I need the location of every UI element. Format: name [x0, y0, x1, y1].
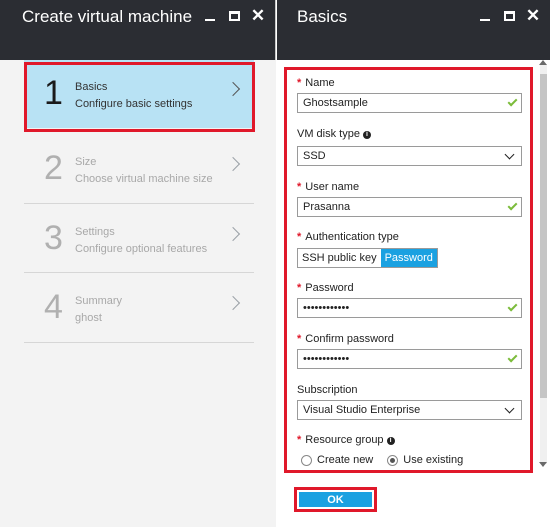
step-number: 4 — [44, 288, 63, 326]
step-size[interactable]: 2 Size Choose virtual machine size — [24, 135, 254, 203]
confirm-password-input[interactable]: •••••••••••• — [297, 349, 522, 369]
check-icon — [507, 352, 518, 363]
close-icon[interactable]: ✕ — [526, 7, 540, 25]
radio-button[interactable] — [387, 454, 399, 466]
info-icon: i — [362, 131, 371, 139]
ok-button[interactable]: OK — [299, 492, 372, 507]
create-vm-window-controls: ✕ — [203, 7, 265, 25]
step-basics[interactable]: 1 Basics Configure basic settings — [24, 60, 254, 128]
scroll-down-icon[interactable] — [539, 462, 547, 467]
create-vm-header: Create virtual machine ✕ — [0, 0, 275, 60]
scroll-up-icon[interactable] — [539, 60, 547, 65]
chevron-right-icon — [225, 81, 241, 97]
step-divider — [24, 342, 254, 343]
radio-label: Create new — [317, 454, 374, 466]
user-name-input[interactable]: Prasanna — [297, 197, 522, 217]
auth-type-toggle: SSH public key Password — [297, 248, 438, 268]
step-subtitle: Configure basic settings — [75, 98, 193, 110]
step-number: 2 — [44, 149, 63, 187]
resource-group-radios: Create new Use existing — [301, 454, 477, 466]
form-scrollbar[interactable] — [538, 60, 549, 467]
maximize-icon[interactable] — [502, 7, 516, 25]
step-subtitle: ghost — [75, 312, 102, 324]
user-name-label: * User name — [297, 181, 360, 193]
radio-button[interactable] — [301, 454, 312, 466]
step-subtitle: Choose virtual machine size — [75, 173, 213, 185]
minimize-icon[interactable] — [203, 7, 217, 25]
radio-use-existing[interactable]: Use existing — [387, 454, 463, 466]
basics-form: * Name Ghostsample VM disk type i SSD * Use… — [277, 60, 550, 527]
password-value: •••••••••••• — [303, 302, 350, 314]
disk-type-label: VM disk type i — [297, 128, 371, 140]
scroll-thumb[interactable] — [540, 74, 547, 398]
check-icon — [507, 96, 518, 107]
confirm-password-label: * Confirm password — [297, 333, 394, 345]
name-value: Ghostsample — [303, 97, 368, 109]
auth-type-label: * Authentication type — [297, 231, 399, 243]
check-icon — [507, 301, 518, 312]
disk-type-select[interactable]: SSD — [297, 146, 522, 166]
highlight-box-ok: OK — [294, 487, 377, 512]
radio-label: Use existing — [403, 454, 464, 466]
name-input[interactable]: Ghostsample — [297, 93, 522, 113]
step-divider — [24, 272, 254, 273]
step-title: Size — [75, 156, 97, 168]
radio-create-new[interactable]: Create new — [301, 454, 373, 466]
confirm-password-value: •••••••••••• — [303, 353, 350, 365]
azure-portal: Create virtual machine ✕ 1 Basics Config… — [0, 0, 550, 527]
chevron-right-icon — [225, 156, 241, 172]
resource-group-label: * Resource group i — [297, 434, 395, 446]
password-label: * Password — [297, 282, 354, 294]
step-summary[interactable]: 4 Summary ghost — [24, 274, 254, 342]
create-vm-title: Create virtual machine — [22, 7, 193, 26]
create-vm-blade: Create virtual machine ✕ 1 Basics Config… — [0, 0, 276, 527]
close-icon[interactable]: ✕ — [251, 7, 265, 25]
check-icon — [507, 200, 518, 211]
chevron-right-icon — [225, 295, 241, 311]
step-settings[interactable]: 3 Settings Configure optional features — [24, 205, 254, 273]
basics-window-controls: ✕ — [478, 7, 540, 25]
subscription-label: Subscription — [297, 384, 358, 396]
auth-option-ssh[interactable]: SSH public key — [298, 249, 381, 267]
password-input[interactable]: •••••••••••• — [297, 298, 522, 318]
step-title: Basics — [75, 81, 108, 93]
step-number: 1 — [44, 74, 63, 112]
step-divider — [24, 203, 254, 204]
wizard-steps: 1 Basics Configure basic settings 2 Size… — [0, 60, 276, 527]
disk-type-value: SSD — [303, 150, 326, 162]
chevron-down-icon — [504, 149, 515, 160]
step-number: 3 — [44, 219, 63, 257]
basics-header: Basics ✕ — [277, 0, 550, 60]
subscription-value: Visual Studio Enterprise — [303, 404, 421, 416]
step-title: Settings — [75, 226, 115, 238]
chevron-down-icon — [504, 403, 515, 414]
user-name-value: Prasanna — [303, 201, 351, 213]
step-title: Summary — [75, 295, 123, 307]
basics-title: Basics — [297, 7, 348, 26]
name-label: * Name — [297, 77, 335, 89]
info-icon: i — [386, 437, 395, 445]
maximize-icon[interactable] — [227, 7, 241, 25]
basics-blade: Basics ✕ * Name Ghostsample VM disk type i… — [277, 0, 550, 527]
subscription-select[interactable]: Visual Studio Enterprise — [297, 400, 522, 420]
step-subtitle: Configure optional features — [75, 243, 208, 255]
minimize-icon[interactable] — [478, 7, 492, 25]
chevron-right-icon — [225, 226, 241, 242]
auth-option-password[interactable]: Password — [380, 249, 437, 267]
